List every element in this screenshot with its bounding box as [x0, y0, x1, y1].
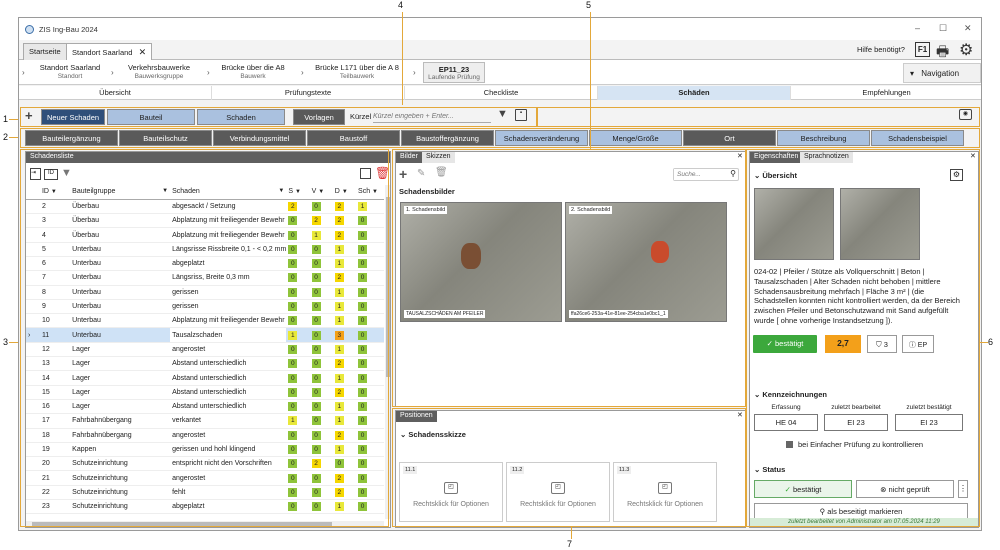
breadcrumb-standort[interactable]: Standort Saarland Standort — [31, 63, 109, 80]
breadcrumb-bauwerksgruppe[interactable]: Verkehrsbauwerke Bauwerksgruppe — [119, 63, 199, 80]
breadcrumb-sub: Bauwerk — [240, 73, 266, 80]
highlight-frame-toolbar1 — [20, 107, 537, 127]
breadcrumb-bauwerk[interactable]: Brücke über die A8 Bauwerk — [213, 63, 293, 80]
callout-7: 7 — [567, 539, 573, 549]
tab-label: Checkliste — [483, 88, 519, 97]
tab-startseite[interactable]: Startseite — [23, 43, 67, 60]
breadcrumb-teilbauwerk[interactable]: Brücke L171 über die A 8 Teilbauwerk — [307, 63, 407, 80]
chevron-right-icon: › — [413, 68, 416, 77]
tab-standort-saarland[interactable]: Standort Saarland ✕ — [66, 43, 153, 61]
callout-5: 5 — [586, 0, 592, 10]
tab-label: Startseite — [29, 47, 61, 56]
tab-checkliste[interactable]: Checkliste — [405, 86, 598, 100]
chevron-right-icon: › — [301, 68, 304, 77]
highlight-frame-images — [392, 149, 746, 407]
help-text: Hilfe benötigt? — [857, 45, 905, 54]
tab-pruefungstexte[interactable]: Prüfungstexte — [212, 86, 405, 100]
callout-4: 4 — [398, 0, 404, 10]
breadcrumb-title: Verkehrsbauwerke — [127, 63, 191, 72]
breadcrumb-title: EP11_23 — [438, 65, 470, 74]
settings-gear-icon[interactable]: ⚙ — [959, 40, 973, 60]
callout-2: 2 — [3, 132, 9, 142]
chevron-down-icon: ▾ — [910, 69, 915, 78]
section-tabs: Übersicht Prüfungstexte Checkliste Schäd… — [19, 86, 981, 100]
tab-label: Schäden — [678, 88, 710, 97]
breadcrumb-sub: Bauwerksgruppe — [134, 73, 184, 80]
highlight-frame-toolbar1-right — [537, 107, 980, 127]
chevron-right-icon: › — [207, 68, 210, 77]
callout-line — [402, 12, 403, 105]
callout-line — [9, 137, 18, 138]
breadcrumb-sub: Teilbauwerk — [339, 73, 375, 80]
breadcrumb-current-inspection[interactable]: EP11_23 Laufende Prüfung — [423, 62, 485, 83]
maximize-icon[interactable]: ☐ — [939, 23, 947, 34]
chevron-right-icon: › — [22, 68, 25, 77]
chevron-right-icon: › — [111, 68, 114, 77]
tab-label: Prüfungstexte — [284, 88, 332, 97]
breadcrumb-sub: Standort — [57, 73, 83, 80]
minimize-icon[interactable]: – — [915, 23, 920, 33]
navigation-label: Navigation — [921, 69, 960, 78]
breadcrumb-title: Standort Saarland — [39, 63, 101, 72]
callout-3: 3 — [3, 337, 9, 347]
callout-line — [979, 342, 988, 343]
f1-help-icon[interactable]: F1 — [915, 42, 930, 57]
tab-label: Standort Saarland — [72, 48, 133, 57]
breadcrumb: › Standort Saarland Standort › Verkehrsba… — [19, 60, 981, 85]
title-bar: ZIS Ing-Bau 2024 – ☐ ✕ — [19, 18, 981, 40]
highlight-frame-properties — [746, 149, 980, 527]
callout-line — [9, 119, 18, 120]
breadcrumb-title: Brücke über die A8 — [221, 63, 285, 72]
callout-1: 1 — [3, 114, 9, 124]
app-icon — [25, 24, 34, 34]
highlight-frame-toolbar2 — [20, 128, 980, 148]
app-title: ZIS Ing-Bau 2024 — [39, 24, 98, 34]
close-tab-icon[interactable]: ✕ — [139, 47, 147, 57]
tab-schaeden[interactable]: Schäden — [598, 86, 791, 100]
breadcrumb-title: Brücke L171 über die A 8 — [315, 63, 399, 72]
callout-line — [9, 342, 18, 343]
callout-line — [571, 527, 572, 539]
highlight-frame-positions — [392, 408, 746, 527]
tab-label: Empfehlungen — [862, 88, 911, 97]
navigation-button[interactable]: ▾ Navigation — [903, 63, 981, 83]
close-icon[interactable]: ✕ — [964, 23, 972, 34]
breadcrumb-sub: Laufende Prüfung — [428, 74, 480, 81]
document-tabs: Startseite Standort Saarland ✕ Hilfe ben… — [19, 40, 981, 61]
callout-6: 6 — [988, 337, 994, 347]
tab-uebersicht[interactable]: Übersicht — [19, 86, 212, 100]
tab-empfehlungen[interactable]: Empfehlungen — [791, 86, 981, 100]
highlight-frame-list — [20, 149, 389, 527]
tab-label: Übersicht — [99, 88, 131, 97]
